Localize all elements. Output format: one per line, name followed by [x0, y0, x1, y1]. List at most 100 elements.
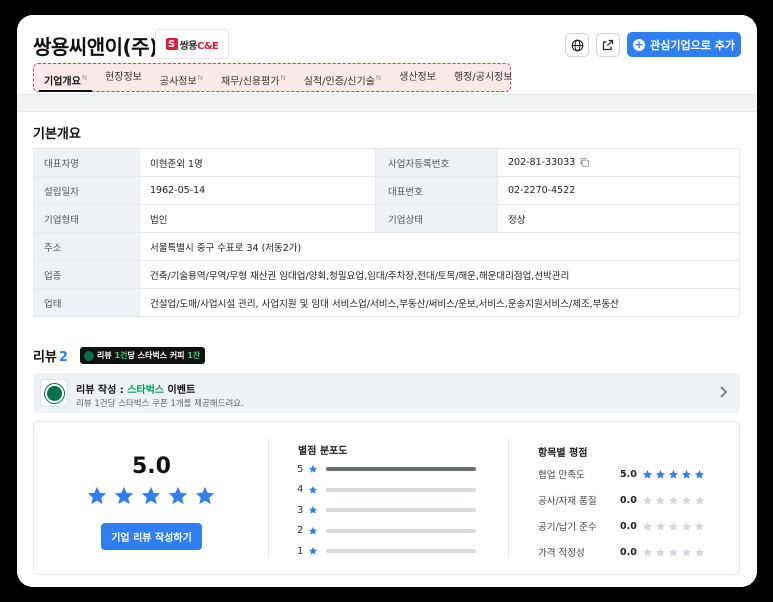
tab-5[interactable]: 실적/인증/신기술N	[295, 65, 390, 91]
distribution-bar	[326, 528, 476, 533]
star-icon	[655, 495, 666, 505]
globe-icon	[571, 39, 583, 51]
item-rating-label: 가격 적정성	[538, 548, 585, 559]
item-rating-label: 공사/자재 품질	[538, 496, 597, 507]
new-badge: N	[375, 74, 382, 82]
distribution-bar	[326, 508, 476, 512]
event-title: 리뷰 작성 : 스타벅스 이벤트	[76, 385, 196, 396]
tab-label: 공사정보	[159, 76, 197, 88]
item-rating-stars	[642, 495, 705, 506]
tab-label: 생산정보	[399, 72, 436, 83]
event-subtitle: 리뷰 1건당 스타벅스 쿠폰 1개를 제공해드려요.	[76, 399, 244, 409]
phone-value: 02-2270-4522	[497, 176, 740, 205]
star-icon	[681, 469, 692, 479]
tab-7[interactable]: 행정/공시정보	[445, 65, 522, 91]
address-value: 서울특별시 중구 수표로 34 (저동2가)	[139, 232, 740, 261]
table-row: 대표자명 이현준외 1명 사업자등록번호 202-81-33033	[33, 148, 740, 177]
item-rating-value: 5.0	[620, 468, 637, 480]
star-icon	[668, 521, 679, 531]
promo-text: 리뷰 1건당 스타벅스 커피 1잔	[97, 351, 201, 360]
bizno-label: 사업자등록번호	[375, 148, 498, 177]
status-label: 기업상태	[375, 204, 498, 233]
address-label: 주소	[33, 232, 140, 261]
review-count: 2	[58, 350, 68, 365]
distribution-row: 4	[297, 483, 476, 497]
overview-title: 기본개요	[33, 127, 81, 142]
overall-stars	[86, 485, 216, 507]
new-badge: N	[197, 74, 203, 82]
tab-6[interactable]: 생산정보	[390, 65, 445, 91]
distribution-row: 5	[297, 462, 476, 476]
tab-4[interactable]: 재무/신용평가N	[212, 65, 295, 91]
new-badge: N	[280, 74, 286, 82]
star-icon	[681, 495, 692, 505]
globe-button[interactable]	[565, 33, 589, 57]
distribution-star-label: 1	[297, 545, 304, 557]
table-row: 설립일자 1962-05-14 대표번호 02-2270-4522	[33, 176, 740, 205]
tab-label: 행정/공시정보	[453, 72, 513, 83]
star-icon	[114, 486, 134, 505]
item-rating-value: 0.0	[620, 520, 637, 532]
star-icon	[642, 495, 653, 505]
star-icon	[308, 464, 318, 473]
star-icon	[681, 521, 692, 531]
item-rating-label: 협업 만족도	[538, 470, 585, 481]
promo-badge: 리뷰 1건당 스타벅스 커피 1잔	[80, 347, 206, 364]
distribution-star-label: 4	[297, 484, 304, 495]
star-icon	[308, 526, 318, 535]
star-icon	[87, 486, 107, 505]
star-icon	[655, 469, 666, 479]
star-icon	[642, 469, 653, 479]
star-icon	[694, 469, 705, 479]
business-label: 업태	[33, 288, 140, 317]
star-icon	[668, 469, 679, 479]
rating-summary: 5.0 기업 리뷰 작성하기 별점 분포도 5 4 3 2 1 항목별 평점 협업 만족…	[33, 421, 740, 575]
add-favorite-label: 관심기업으로 추가	[650, 38, 735, 52]
distribution-bar	[326, 549, 476, 553]
item-ratings-title: 항목별 평점	[538, 448, 588, 459]
table-row: 업종 건축/기술용역/무역/무형 재산권 임대업/양회,청밀요업,임대/주차장,…	[33, 260, 740, 289]
write-review-button[interactable]: 기업 리뷰 작성하기	[101, 523, 202, 550]
add-favorite-button[interactable]: + 관심기업으로 추가	[627, 32, 741, 57]
star-icon	[642, 521, 653, 531]
bizno-value: 202-81-33033	[508, 157, 576, 168]
item-rating-value: 0.0	[620, 494, 637, 506]
event-banner[interactable]: 리뷰 작성 : 스타벅스 이벤트 리뷰 1건당 스타벅스 쿠폰 1개를 제공해드…	[33, 373, 740, 413]
star-icon	[655, 521, 666, 531]
industry-value: 건축/기술용역/무역/무형 재산권 임대업/양회,청밀요업,임대/주차장,전대/…	[139, 260, 740, 289]
new-badge: N	[81, 74, 88, 82]
star-icon	[168, 486, 188, 505]
distribution-star-label: 2	[297, 525, 304, 536]
distribution-bar-fill	[326, 467, 476, 471]
plus-circle-icon: +	[633, 38, 646, 51]
device-frame: 쌍용씨앤이(주) S 쌍용C&E + 관심기업으로 추가 기업개요N 현장정보 공사…	[0, 0, 773, 602]
company-name: 쌍용씨앤이(주)	[33, 35, 158, 59]
star-icon	[694, 495, 705, 505]
star-icon	[668, 495, 679, 505]
tab-1[interactable]: 기업개요N	[35, 65, 96, 92]
tab-label: 재무/신용평가	[220, 76, 280, 88]
review-title: 리뷰 2	[33, 350, 68, 365]
logo-mark-icon: S	[165, 38, 178, 50]
tab-3[interactable]: 공사정보N	[151, 65, 212, 91]
status-value: 정상	[497, 204, 740, 233]
distribution-star-label: 5	[297, 463, 304, 475]
logo-text: 쌍용C&E	[179, 40, 219, 52]
star-icon	[642, 547, 653, 557]
external-link-button[interactable]	[596, 33, 620, 57]
ceo-label: 대표자명	[33, 148, 140, 177]
item-rating-label: 공기/납기 준수	[538, 522, 597, 533]
item-rating-stars	[642, 469, 705, 480]
tab-label: 기업개요	[44, 76, 81, 88]
tab-label: 현장정보	[105, 72, 142, 83]
tab-2[interactable]: 현장정보	[96, 65, 151, 91]
founded-label: 설립일자	[33, 176, 140, 205]
star-icon	[694, 521, 705, 531]
star-icon	[668, 547, 679, 557]
overall-score: 5.0	[132, 454, 171, 479]
bizno-cell: 202-81-33033	[497, 148, 740, 177]
copy-icon[interactable]	[579, 157, 590, 168]
table-row: 주소 서울특별시 중구 수표로 34 (저동2가)	[33, 232, 740, 261]
table-row: 업태 건설업/도매/사업시설 관리, 사업지원 및 임대 서비스업/서비스,부동…	[33, 288, 740, 317]
item-rating-stars	[642, 521, 705, 532]
